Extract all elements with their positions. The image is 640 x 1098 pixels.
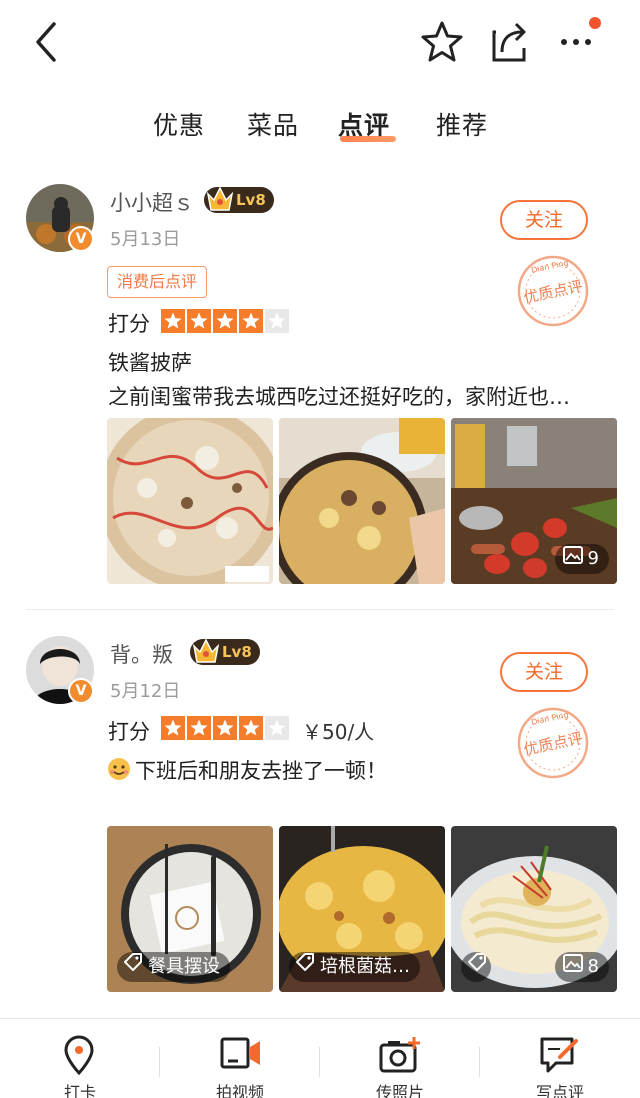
- review-photo[interactable]: 9: [451, 418, 617, 584]
- location-pin-icon: [62, 1035, 96, 1079]
- notification-dot: [589, 17, 601, 29]
- username[interactable]: 小小超ｓ: [110, 187, 194, 217]
- star-filled-icon: [213, 716, 237, 740]
- stamp-text: 优质点评: [522, 277, 584, 307]
- star-rating: [161, 309, 289, 333]
- image-gallery-icon: [562, 952, 583, 982]
- crown-icon: [192, 636, 220, 674]
- star-filled-icon: [187, 309, 211, 333]
- review-photo[interactable]: 培根菌菇…: [279, 826, 445, 992]
- bottom-action-bar: 打卡 拍视频 传照片 写点评: [0, 1018, 640, 1098]
- review-photo[interactable]: 餐具摆设: [107, 826, 273, 992]
- image-gallery-icon: [562, 544, 583, 574]
- shoot-video-button[interactable]: 拍视频: [160, 1019, 320, 1098]
- photo-count-text: 8: [587, 956, 599, 977]
- star-empty-icon: [265, 716, 289, 740]
- video-camera-icon: [218, 1035, 262, 1075]
- photo-tag[interactable]: 餐具摆设: [117, 952, 230, 982]
- score-label: 打分: [108, 720, 150, 744]
- review-photo[interactable]: [107, 418, 273, 584]
- photo-tag-text: 餐具摆设: [148, 956, 220, 977]
- favorite-star-icon[interactable]: [418, 18, 466, 70]
- quality-review-stamp: 优质点评 Dian Ping: [514, 252, 592, 330]
- photo-tag[interactable]: 培根菌菇…: [289, 952, 420, 982]
- consumed-review-tag: 消费后点评: [107, 266, 208, 298]
- score-label: 打分: [108, 312, 150, 336]
- tab-discount[interactable]: 优惠: [153, 106, 205, 142]
- checkin-button[interactable]: 打卡: [0, 1019, 160, 1098]
- follow-button[interactable]: 关注: [500, 652, 588, 692]
- review-text[interactable]: 下班后和朋友去挫了一顿！: [135, 755, 635, 785]
- write-review-button[interactable]: 写点评: [480, 1019, 640, 1098]
- dish-name: 铁酱披萨: [108, 351, 192, 375]
- star-rating: [161, 716, 289, 740]
- follow-button[interactable]: 关注: [500, 200, 588, 240]
- level-text: Lv8: [222, 643, 252, 661]
- tag-icon: [467, 952, 487, 982]
- star-filled-icon: [161, 309, 185, 333]
- review-text[interactable]: 之前闺蜜带我去城西吃过还挺好吃的，家附近也…: [108, 381, 608, 411]
- back-arrow-icon[interactable]: [28, 18, 64, 70]
- share-icon[interactable]: [488, 18, 532, 70]
- bottom-bar-label: 拍视频: [215, 1083, 264, 1098]
- star-filled-icon: [161, 716, 185, 740]
- star-empty-icon: [265, 309, 289, 333]
- star-filled-icon: [239, 309, 263, 333]
- review-photo[interactable]: 8: [451, 826, 617, 992]
- photo-count-badge[interactable]: 8: [554, 952, 609, 982]
- write-review-icon: [538, 1035, 582, 1079]
- tab-recommend[interactable]: 推荐: [436, 106, 488, 142]
- review-date: 5月12日: [110, 681, 181, 702]
- tag-icon: [123, 952, 143, 982]
- review-date: 5月13日: [110, 229, 181, 250]
- photo-tag[interactable]: [461, 952, 491, 982]
- active-tab-indicator: [340, 136, 396, 142]
- section-tabs: 优惠 菜品 点评 推荐: [0, 100, 640, 150]
- bottom-bar-label: 传照片: [375, 1083, 424, 1098]
- bottom-bar-label: 写点评: [535, 1083, 584, 1098]
- verified-badge-icon: V: [68, 226, 94, 252]
- grinning-emoji-icon: [106, 756, 132, 786]
- upload-photo-button[interactable]: 传照片: [320, 1019, 480, 1098]
- tab-dishes[interactable]: 菜品: [247, 106, 299, 142]
- bottom-bar-label: 打卡: [63, 1083, 96, 1098]
- photo-tag-text: 培根菌菇…: [320, 956, 410, 977]
- crown-icon: [206, 184, 234, 222]
- star-filled-icon: [213, 309, 237, 333]
- top-nav-bar: [0, 0, 640, 90]
- level-badge: Lv8: [190, 638, 260, 665]
- level-text: Lv8: [236, 191, 266, 209]
- star-filled-icon: [187, 716, 211, 740]
- photo-count-text: 9: [587, 548, 599, 569]
- photo-count-badge[interactable]: 9: [554, 544, 609, 574]
- review-divider: [26, 609, 614, 610]
- level-badge: Lv8: [204, 186, 274, 213]
- verified-badge-icon: V: [68, 678, 94, 704]
- review-photo[interactable]: [279, 418, 445, 584]
- price-per-person: ￥50/人: [302, 720, 375, 744]
- star-filled-icon: [239, 716, 263, 740]
- tag-icon: [295, 952, 315, 982]
- camera-plus-icon: [378, 1035, 422, 1079]
- username[interactable]: 背。叛: [110, 639, 173, 669]
